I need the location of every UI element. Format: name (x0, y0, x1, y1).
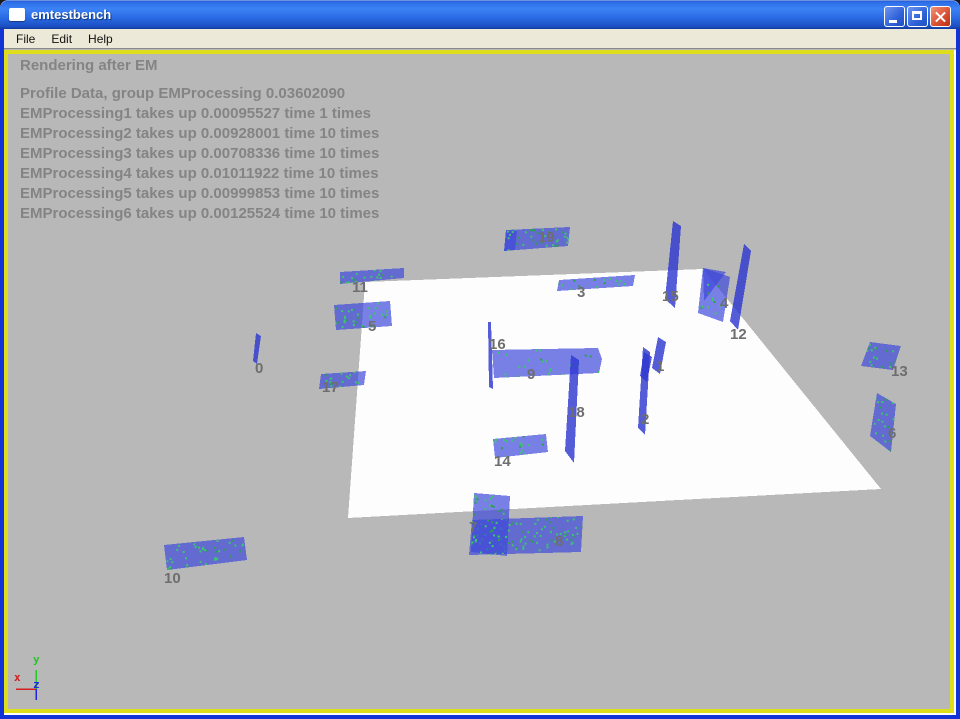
patch-label-9: 9 (527, 366, 535, 383)
titlebar-buttons (884, 6, 951, 27)
patch-label-16: 16 (489, 336, 506, 353)
menu-file[interactable]: File (8, 30, 43, 48)
patch-label-5: 5 (368, 318, 376, 335)
patch-label-10: 10 (164, 570, 181, 587)
patch-label-8: 8 (555, 533, 563, 550)
axis-label-x: x (14, 671, 21, 684)
close-button[interactable] (930, 6, 951, 27)
patch-label-17: 17 (322, 379, 339, 396)
app-icon (9, 8, 25, 21)
maximize-button[interactable] (907, 6, 928, 27)
patch-label-2: 2 (641, 411, 649, 428)
patch-19-shade (504, 230, 517, 251)
axis-label-y: y (33, 653, 40, 666)
patch-label-11: 11 (352, 279, 368, 296)
menu-help[interactable]: Help (80, 30, 121, 48)
menu-edit[interactable]: Edit (43, 30, 80, 48)
patch-label-12: 12 (730, 326, 747, 343)
patch-label-0: 0 (255, 360, 263, 377)
window-title: emtestbench (31, 7, 111, 22)
patch-label-6: 6 (888, 425, 896, 442)
patch-label-4: 4 (720, 295, 729, 312)
patch-label-13: 13 (891, 363, 908, 380)
patch-label-18: 18 (568, 404, 585, 421)
patch-9 (492, 348, 602, 378)
menubar: File Edit Help (4, 29, 956, 49)
patch-label-19: 19 (538, 229, 555, 246)
minimize-button[interactable] (884, 6, 905, 27)
patch-label-1: 1 (656, 358, 664, 375)
ground-plane (348, 269, 881, 518)
patch-label-7: 7 (469, 519, 477, 536)
screen: emtestbench File Edit Help 0123456789101… (0, 0, 960, 719)
titlebar[interactable]: emtestbench (0, 0, 960, 29)
scene-svg[interactable]: 012345678910111213141516171819xyz (12, 54, 954, 709)
app-window: emtestbench File Edit Help 0123456789101… (0, 0, 960, 719)
axis-label-z: z (33, 678, 40, 691)
patch-label-15: 15 (662, 288, 679, 305)
patch-label-14: 14 (494, 453, 511, 470)
patch-label-3: 3 (577, 284, 585, 301)
